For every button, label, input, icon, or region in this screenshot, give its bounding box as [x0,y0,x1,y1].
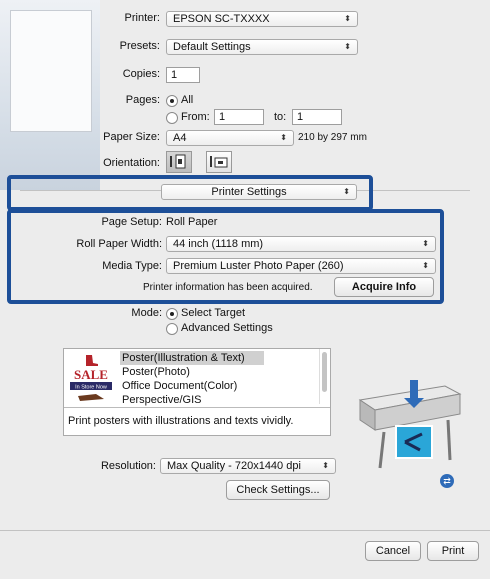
copies-label: Copies: [122,68,160,80]
pages-to-label: to: [274,111,287,123]
print-dialog: Printer: EPSON SC-TXXXX ⬍ Presets: Defau… [0,0,490,579]
popup-arrows-icon: ⬍ [344,42,351,51]
printer-value: EPSON SC-TXXXX [173,13,270,25]
list-item[interactable]: Perspective/GIS [120,393,201,407]
list-item[interactable]: Office Document(Color) [120,379,237,393]
copies-field[interactable]: 1 [166,67,200,83]
popup-arrows-icon: ⬍ [344,14,351,23]
paper-size-label: Paper Size: [103,131,160,143]
orientation-portrait-button[interactable] [166,151,192,173]
popup-arrows-icon: ⬍ [280,133,287,142]
pages-from-field[interactable]: 1 [214,109,264,125]
resolution-value: Max Quality - 720x1440 dpi [167,460,301,472]
list-item[interactable]: Poster(Illustration & Text) [120,351,264,365]
popup-arrows-icon: ⬍ [322,461,329,470]
panel-selector-highlight [7,175,373,211]
pages-from-label: From: [181,111,210,123]
landscape-icon [210,156,228,168]
presets-popup[interactable]: Default Settings ⬍ [166,39,358,55]
target-list-scrollbar[interactable] [319,349,330,404]
large-format-printer-icon [358,380,462,469]
portrait-icon [170,154,186,169]
pages-label: Pages: [125,94,160,106]
presets-label: Presets: [119,40,160,52]
sale-poster-icon: SALE In Store Now [70,355,112,401]
paper-settings-highlight [7,209,444,304]
paper-size-value: A4 [173,132,187,144]
mode-select-target-radio[interactable] [166,308,178,320]
mode-advanced-settings-label: Advanced Settings [181,322,273,334]
in-store-text: In Store Now [75,385,107,391]
presets-value: Default Settings [173,41,251,53]
pages-all-radio[interactable] [166,95,178,107]
check-settings-button[interactable]: Check Settings... [226,480,330,500]
resolution-label: Resolution: [100,460,156,472]
printer-popup[interactable]: EPSON SC-TXXXX ⬍ [166,11,358,27]
sale-text: SALE [74,367,108,382]
pages-all-label: All [181,94,194,106]
mode-advanced-settings-radio[interactable] [166,323,178,335]
cancel-button[interactable]: Cancel [365,541,421,561]
transfer-icon: ⇄ [440,474,454,488]
resolution-popup[interactable]: Max Quality - 720x1440 dpi ⬍ [160,458,336,474]
paper-size-popup[interactable]: A4 ⬍ [166,130,294,146]
print-button[interactable]: Print [427,541,479,561]
printer-label: Printer: [124,12,160,24]
pages-to-field[interactable]: 1 [292,109,342,125]
scrollbar-thumb[interactable] [322,352,327,392]
target-description: Print posters with illustrations and tex… [68,415,294,427]
list-divider [64,407,330,408]
orientation-landscape-button[interactable] [206,151,232,173]
pages-range-radio[interactable] [166,112,178,124]
mode-select-target-label: Select Target [181,307,246,319]
mode-label: Mode: [131,307,162,319]
orientation-label: Orientation: [103,157,160,169]
footer-separator [0,530,490,531]
list-item[interactable]: Poster(Photo) [120,365,190,379]
target-thumbnail-icon: SALE In Store Now [66,351,116,406]
target-list[interactable]: SALE In Store Now Poster(Illustration & … [63,348,331,436]
paper-size-dimensions: 210 by 297 mm [298,132,367,143]
